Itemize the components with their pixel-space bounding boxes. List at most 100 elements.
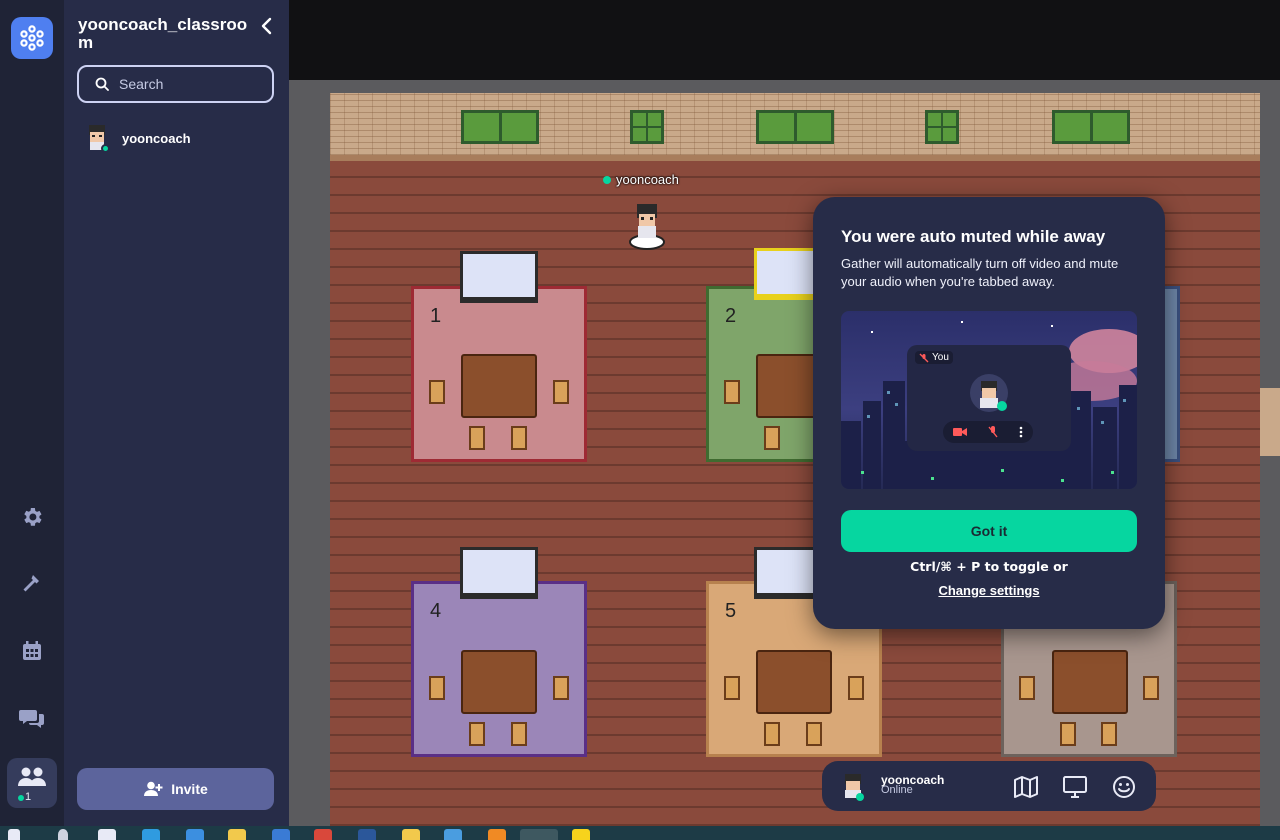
more-icon [1019,426,1022,438]
app-icon[interactable] [272,829,290,840]
avatar [970,374,1008,412]
chair [724,380,740,404]
chair [806,722,822,746]
map-icon [1014,776,1038,798]
settings-button[interactable] [14,499,50,535]
search-placeholder: Search [119,76,164,92]
chair [1019,676,1035,700]
illustration-controls [943,421,1033,443]
chair [764,426,780,450]
pdf-icon[interactable] [314,829,332,840]
user-status: Online [881,784,913,796]
player-nametag: yooncoach [603,172,679,187]
wall-edge [1260,388,1280,456]
word-icon[interactable] [358,829,376,840]
map-button[interactable] [1012,773,1040,801]
icon-rail: 1 [0,0,64,826]
app-icon[interactable] [572,829,590,840]
window [925,110,959,144]
screen-share-button[interactable] [1061,773,1089,801]
emoji-button[interactable] [1110,773,1138,801]
chair [511,426,527,450]
whiteboard[interactable] [460,251,538,303]
table-number: 2 [725,305,737,327]
gather-logo-icon [20,25,44,51]
status-dot [101,144,110,153]
member-row[interactable]: yooncoach [84,122,191,154]
gather-logo[interactable] [11,17,53,59]
window [630,110,664,144]
invite-label: Invite [171,781,208,797]
auto-mute-dialog: You were auto muted while away Gather wi… [813,197,1165,629]
got-it-button[interactable]: Got it [841,510,1137,552]
member-name: yooncoach [122,130,191,146]
calendar-icon [23,641,41,660]
chat-button[interactable] [14,700,50,736]
chair [848,676,864,700]
avatar-sprite [845,774,864,801]
table-number: 1 [430,305,442,327]
store-icon[interactable] [98,829,116,840]
player-name: yooncoach [616,172,679,187]
avatar[interactable] [841,773,865,801]
participants-icon [18,767,46,786]
app-icon[interactable] [488,829,506,840]
table-number: 5 [725,600,737,622]
status-dot [603,175,611,184]
desk [461,650,537,714]
participants-button[interactable]: 1 [7,758,57,808]
search-taskbar-icon[interactable] [58,829,68,840]
avatar [84,123,110,153]
chat-icon [19,710,44,728]
desk [461,354,537,418]
start-icon[interactable] [8,829,20,840]
search-icon [95,77,109,91]
table-number: 4 [430,600,442,622]
folder-icon[interactable] [228,829,246,840]
chair [469,722,485,746]
chair [1101,722,1117,746]
vscode-icon[interactable] [186,829,204,840]
calendar-button[interactable] [14,633,50,669]
search-input[interactable]: Search [77,65,274,103]
muted-illustration: You [841,311,1137,489]
you-text: You [932,352,949,363]
shortcut-hint: Ctrl/⌘ + P to toggle or [910,559,1068,574]
chrome-icon[interactable] [520,829,558,840]
mic-off-icon [919,353,929,362]
chair [511,722,527,746]
dialog-message: Gather will automatically turn off video… [841,256,1119,289]
player-avatar[interactable] [628,202,666,250]
build-button[interactable] [14,566,50,602]
window [461,110,539,144]
app-icon[interactable] [402,829,420,840]
participants-panel: yooncoach_classroom Search yooncoach Inv… [64,0,289,826]
settings-icon [24,508,42,526]
space-title: yooncoach_classroom [78,15,248,52]
you-label: You [915,351,953,364]
window [1052,110,1130,144]
edge-icon[interactable] [142,829,160,840]
chevron-left-icon [261,17,272,35]
add-user-icon [144,781,163,796]
invite-button[interactable]: Invite [77,768,274,810]
bottom-toolbar: yooncoach Online [822,761,1156,811]
mic-off-icon [988,426,998,438]
build-hammer-icon [23,575,39,592]
desk [756,650,832,714]
whiteboard[interactable] [460,547,538,599]
chair [469,426,485,450]
change-settings-link[interactable]: Change settings [813,583,1165,598]
dialog-title: You were auto muted while away [841,227,1106,246]
window [756,110,834,144]
participant-count: 1 [25,791,32,803]
app-icon[interactable] [444,829,462,840]
online-dot [18,795,24,801]
camera-off-icon [953,428,968,436]
emoji-icon [1113,776,1135,798]
got-it-label: Got it [970,523,1008,539]
chair [1143,676,1159,700]
chair [724,676,740,700]
collapse-panel-button[interactable] [256,14,276,38]
player-sprite [629,204,665,250]
